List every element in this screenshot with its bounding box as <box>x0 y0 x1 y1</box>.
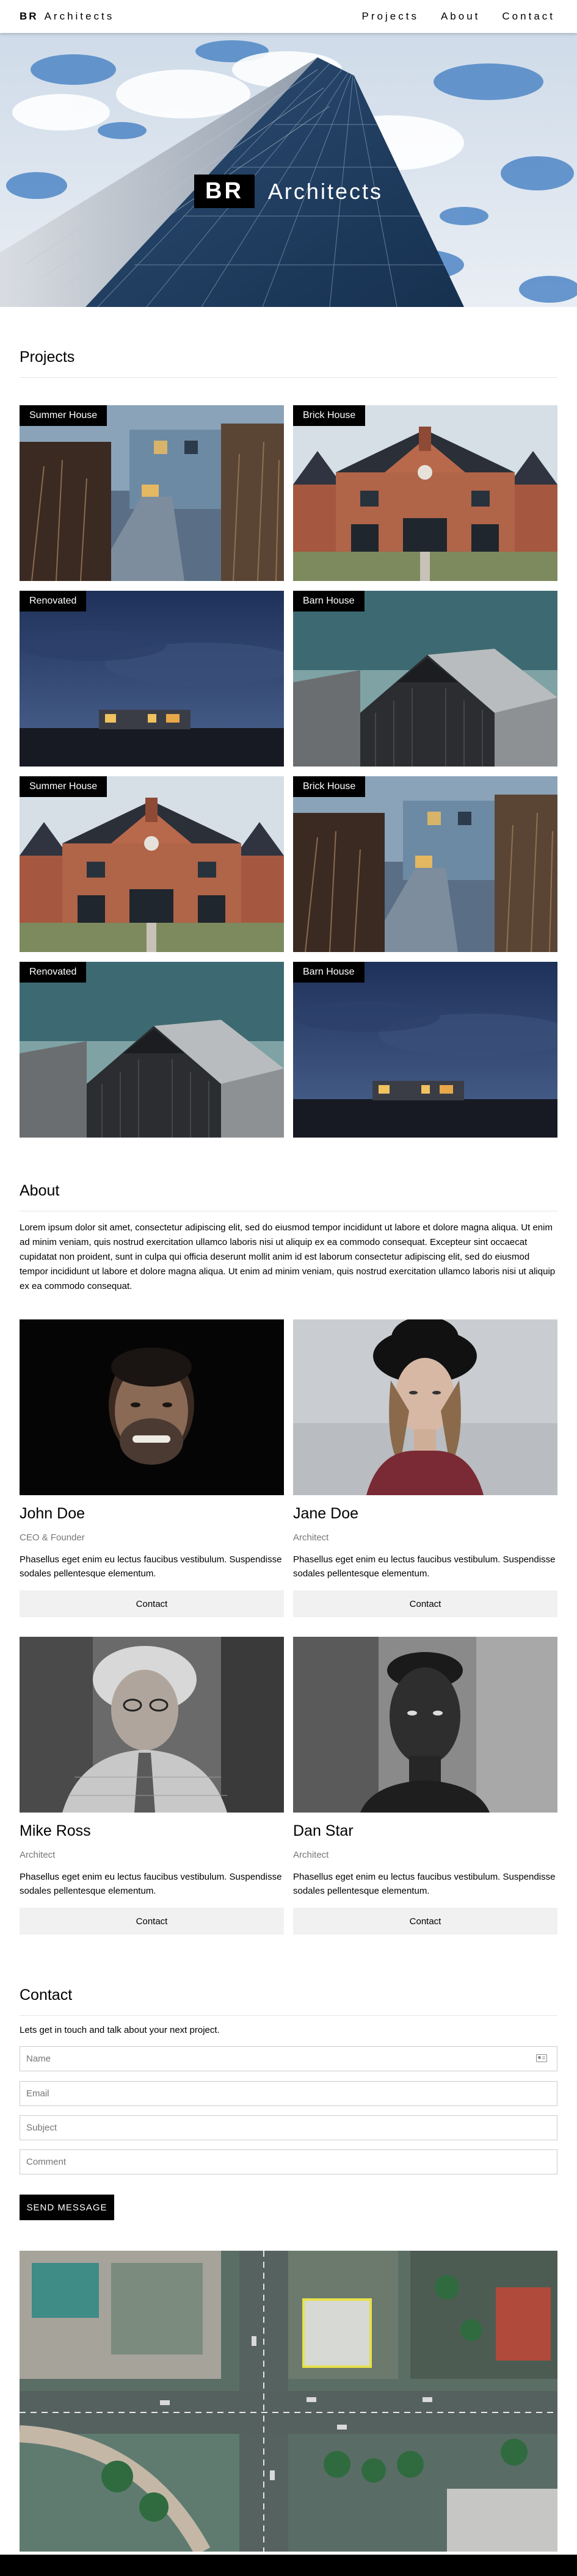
project-label: Renovated <box>20 591 87 612</box>
member-role: Architect <box>293 1532 329 1543</box>
project-label: Barn House <box>293 962 365 983</box>
name-field[interactable] <box>20 2046 557 2071</box>
comment-field[interactable] <box>20 2149 557 2174</box>
project-card[interactable]: Summer House <box>20 776 284 952</box>
member-role: Architect <box>20 1850 56 1860</box>
project-card[interactable]: Summer House <box>20 405 284 581</box>
project-label: Barn House <box>293 591 365 612</box>
member-name: John Doe <box>20 1505 85 1522</box>
about-body: Lorem ipsum dolor sit amet, consectetur … <box>20 1221 557 1294</box>
projects-grid: Summer House Brick House Renovated Barn … <box>20 405 557 1138</box>
about-text: Lorem ipsum dolor sit amet, consectetur … <box>20 1222 556 1291</box>
project-card[interactable]: Barn House <box>293 591 557 767</box>
project-card[interactable]: Brick House <box>293 776 557 952</box>
project-image-summer-house <box>293 776 557 952</box>
contact-button[interactable]: Contact <box>20 1908 284 1935</box>
nav-link-projects[interactable]: Projects <box>351 1 430 32</box>
hero-banner: BR Architects <box>0 33 577 307</box>
section-title-about: About <box>20 1182 557 1211</box>
send-message-button[interactable]: SEND MESSAGE <box>20 2195 114 2220</box>
nav-link-about[interactable]: About <box>430 1 491 32</box>
member-role: Architect <box>293 1850 329 1860</box>
nav-link-contact[interactable]: Contact <box>491 1 566 32</box>
projects-header: Projects <box>20 348 557 378</box>
section-title-projects: Projects <box>20 348 557 378</box>
member-description: Phasellus eget enim eu lectus faucibus v… <box>293 1872 556 1896</box>
aerial-city-image <box>20 2251 557 2552</box>
project-card[interactable]: Renovated <box>20 591 284 767</box>
project-label: Summer House <box>20 405 107 426</box>
project-card[interactable]: Barn House <box>293 962 557 1138</box>
hero-name: Architects <box>267 178 383 204</box>
member-photo <box>20 1637 284 1813</box>
project-image-renovated <box>20 591 284 767</box>
project-image-brick-house <box>20 776 284 952</box>
member-name: Dan Star <box>293 1822 354 1839</box>
project-card[interactable]: Brick House <box>293 405 557 581</box>
member-name: Jane Doe <box>293 1505 359 1522</box>
footer-bar <box>0 2555 577 2576</box>
member-photo <box>293 1637 557 1813</box>
brand-initials: BR <box>20 10 38 22</box>
contact-intro-text: Lets get in touch and talk about your ne… <box>20 2025 220 2035</box>
team-member-card: Jane Doe Architect Phasellus eget enim e… <box>293 1319 557 1617</box>
top-navigation-bar: BR Architects Projects About Contact <box>0 0 577 33</box>
member-description: Phasellus eget enim eu lectus faucibus v… <box>20 1872 282 1896</box>
contact-button[interactable]: Contact <box>20 1590 284 1617</box>
brand-name: Architects <box>44 10 115 22</box>
email-field[interactable] <box>20 2081 557 2106</box>
member-description: Phasellus eget enim eu lectus faucibus v… <box>293 1554 556 1579</box>
team-member-card: John Doe CEO & Founder Phasellus eget en… <box>20 1319 284 1617</box>
address-card-icon <box>536 2054 547 2062</box>
about-header: About <box>20 1182 557 1211</box>
hero-title: BR Architects <box>0 175 577 208</box>
section-title-contact: Contact <box>20 1986 557 2016</box>
project-image-brick-house <box>293 405 557 581</box>
contact-header: Contact <box>20 1986 557 2016</box>
member-description: Phasellus eget enim eu lectus faucibus v… <box>20 1554 282 1579</box>
project-image-summer-house <box>20 405 284 581</box>
project-image-renovated <box>293 962 557 1138</box>
contact-intro: Lets get in touch and talk about your ne… <box>20 2025 557 2035</box>
member-photo <box>20 1319 284 1495</box>
member-role: CEO & Founder <box>20 1532 85 1543</box>
team-grid: John Doe CEO & Founder Phasellus eget en… <box>20 1319 557 1935</box>
hero-initials: BR <box>194 175 255 208</box>
project-label: Renovated <box>20 962 87 983</box>
project-label: Summer House <box>20 776 107 797</box>
project-label: Brick House <box>293 405 366 426</box>
member-name: Mike Ross <box>20 1822 91 1839</box>
contact-button[interactable]: Contact <box>293 1908 557 1935</box>
project-label: Brick House <box>293 776 366 797</box>
project-image-barn-house <box>20 962 284 1138</box>
team-member-card: Dan Star Architect Phasellus eget enim e… <box>293 1637 557 1935</box>
brand-logo[interactable]: BR Architects <box>20 10 114 23</box>
project-card[interactable]: Renovated <box>20 962 284 1138</box>
nav-links: Projects About Contact <box>351 1 566 32</box>
contact-button[interactable]: Contact <box>293 1590 557 1617</box>
subject-field[interactable] <box>20 2115 557 2140</box>
hero-image <box>0 33 577 307</box>
project-image-barn-house <box>293 591 557 767</box>
team-member-card: Mike Ross Architect Phasellus eget enim … <box>20 1637 284 1935</box>
member-photo <box>293 1319 557 1495</box>
